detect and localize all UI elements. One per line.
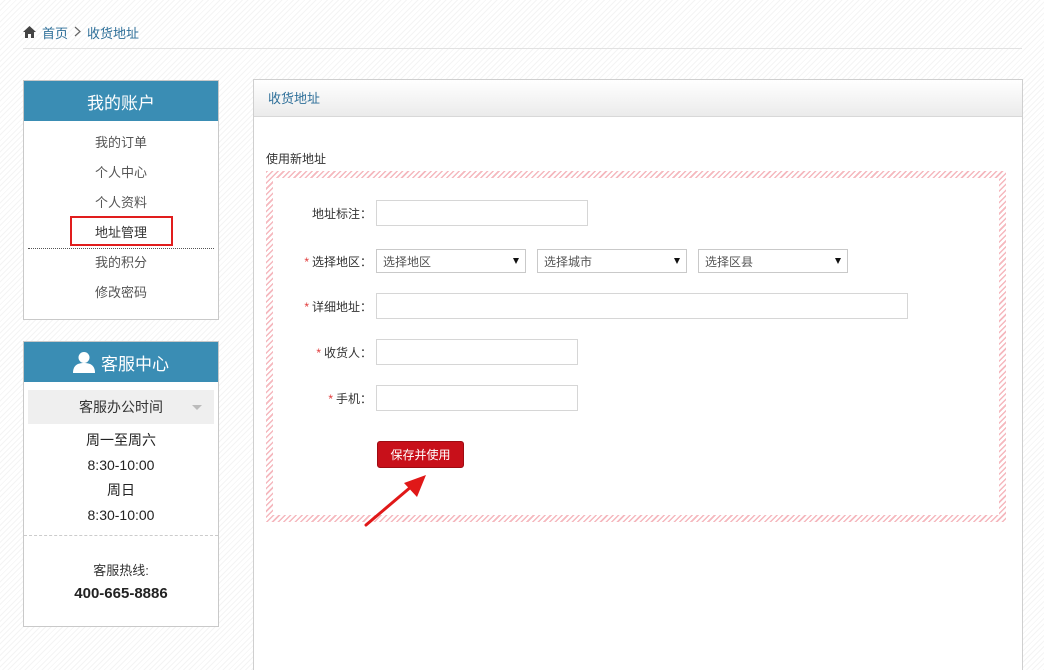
chevron-right-icon (74, 25, 81, 40)
sidebar-item-profile[interactable]: 个人资料 (24, 188, 218, 218)
region-select-value: 选择地区 (383, 254, 432, 269)
service-sidebar: 客服中心 客服办公时间 周一至周六 8:30-10:00 周日 8:30-10:… (23, 341, 219, 627)
hotline-label: 客服热线: (93, 563, 149, 578)
address-form: 地址标注： * 选择地区： 选择地区 选择城市 选择区县 * 详细地址： * 收… (273, 178, 999, 515)
address-form-frame: 地址标注： * 选择地区： 选择地区 选择城市 选择区县 * 详细地址： * 收… (266, 171, 1006, 522)
highlight-box (70, 216, 173, 246)
district-select[interactable]: 选择区县 (698, 249, 848, 273)
caret-down-icon (674, 258, 680, 264)
required-mark: * (316, 345, 321, 360)
sidebar-item-address-management[interactable]: 地址管理 (24, 216, 218, 249)
account-menu: 我的订单 个人中心 个人资料 地址管理 我的积分 修改密码 (24, 121, 218, 308)
address-panel: 收货地址 使用新地址 地址标注： *选择地区： 选择地区 选择城市 选择区县 (253, 79, 1023, 670)
address-tag-label: 地址标注： (311, 206, 372, 221)
breadcrumb-current[interactable]: 收货地址 (87, 23, 139, 42)
city-select-value: 选择城市 (544, 254, 593, 269)
required-mark: * (304, 254, 309, 269)
home-icon[interactable] (23, 26, 36, 38)
hours-weekday-time: 8:30-10:00 (87, 457, 155, 473)
panel-title: 收货地址 (254, 80, 1022, 117)
region-select[interactable]: 选择地区 (376, 249, 526, 273)
district-select-value: 选择区县 (705, 254, 754, 269)
caret-down-icon (513, 258, 519, 264)
sidebar-item-points[interactable]: 我的积分 (24, 248, 218, 278)
hours-sunday-label: 周日 (107, 482, 135, 498)
receiver-input[interactable] (376, 339, 578, 365)
hours-weekday-label: 周一至周六 (86, 432, 156, 448)
new-address-label: 使用新地址 (266, 152, 327, 166)
form-row-tag: 地址标注： (273, 200, 588, 226)
annotation-arrow-icon (364, 475, 426, 527)
detail-address-input[interactable] (376, 293, 908, 319)
account-sidebar: 我的账户 我的订单 个人中心 个人资料 地址管理 我的积分 修改密码 (23, 80, 219, 320)
form-row-receiver: * 收货人： (273, 339, 578, 365)
office-hours-label: 客服办公时间 (79, 399, 163, 415)
service-divider (24, 535, 218, 536)
sidebar-item-orders[interactable]: 我的订单 (24, 128, 218, 158)
service-sidebar-title: 客服中心 (101, 354, 169, 374)
sidebar-item-personal-center[interactable]: 个人中心 (24, 158, 218, 188)
caret-down-icon (835, 258, 841, 264)
detail-address-label: * 详细地址： (304, 299, 372, 314)
sidebar-item-change-password[interactable]: 修改密码 (24, 278, 218, 308)
user-icon (73, 351, 95, 373)
breadcrumb: 首页 收货地址 (23, 22, 139, 42)
receiver-label: * 收货人： (316, 345, 372, 360)
hours-sunday-time: 8:30-10:00 (87, 507, 155, 523)
account-sidebar-title: 我的账户 (24, 81, 218, 121)
phone-label: * 手机： (328, 391, 372, 406)
required-mark: * (304, 299, 309, 314)
office-hours: 周一至周六 8:30-10:00 周日 8:30-10:00 (24, 424, 218, 528)
hotline-number: 400-665-8886 (74, 585, 168, 602)
breadcrumb-home-link[interactable]: 首页 (42, 23, 68, 42)
office-hours-toggle[interactable]: 客服办公时间 (28, 390, 214, 424)
region-label: * 选择地区： (304, 254, 372, 269)
caret-down-icon (192, 405, 202, 410)
required-mark: * (328, 391, 333, 406)
city-select[interactable]: 选择城市 (537, 249, 687, 273)
form-row-detail: * 详细地址： (273, 293, 908, 319)
address-tag-input[interactable] (376, 200, 588, 226)
save-and-use-button[interactable]: 保存并使用 (377, 441, 464, 468)
service-sidebar-header: 客服中心 (24, 342, 218, 382)
phone-input[interactable] (376, 385, 578, 411)
form-row-region: * 选择地区： 选择地区 选择城市 选择区县 (273, 248, 859, 274)
breadcrumb-divider (23, 48, 1022, 49)
form-row-phone: * 手机： (273, 385, 578, 411)
